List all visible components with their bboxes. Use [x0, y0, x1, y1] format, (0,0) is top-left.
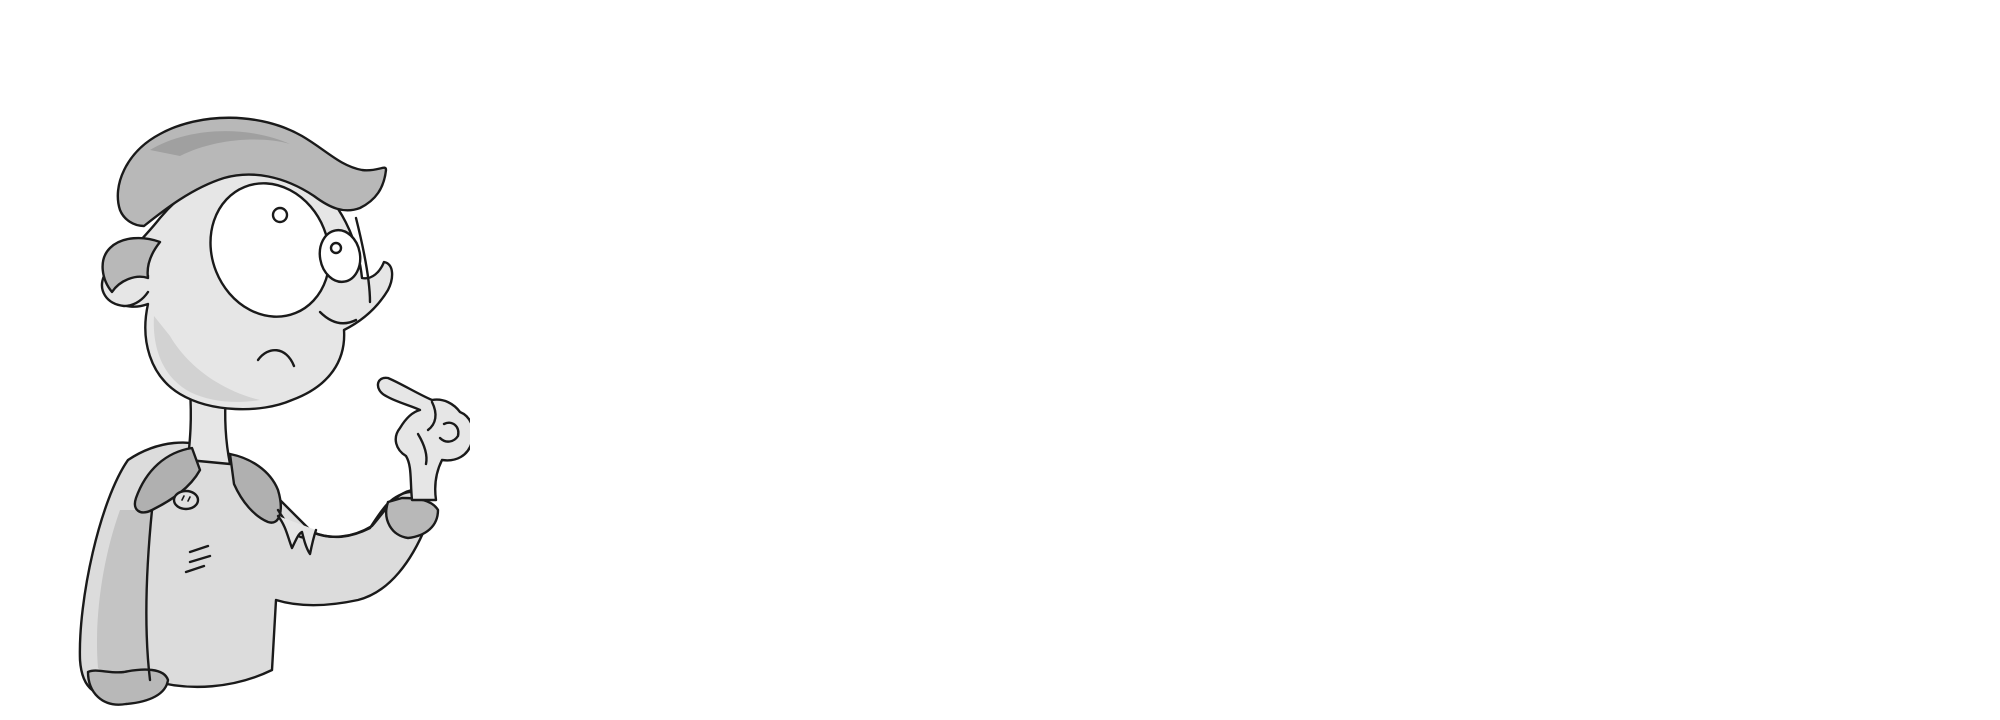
right-pupil: [329, 241, 343, 255]
page-canvas: [0, 0, 2000, 720]
right-cuff: [385, 496, 440, 540]
blank-space: [470, 0, 2000, 720]
jacket-button: [172, 489, 200, 511]
cartoon-boy-illustration: [78, 116, 475, 706]
left-cuff: [86, 668, 170, 706]
pointing-hand: [376, 376, 475, 502]
left-pupil: [271, 206, 289, 224]
